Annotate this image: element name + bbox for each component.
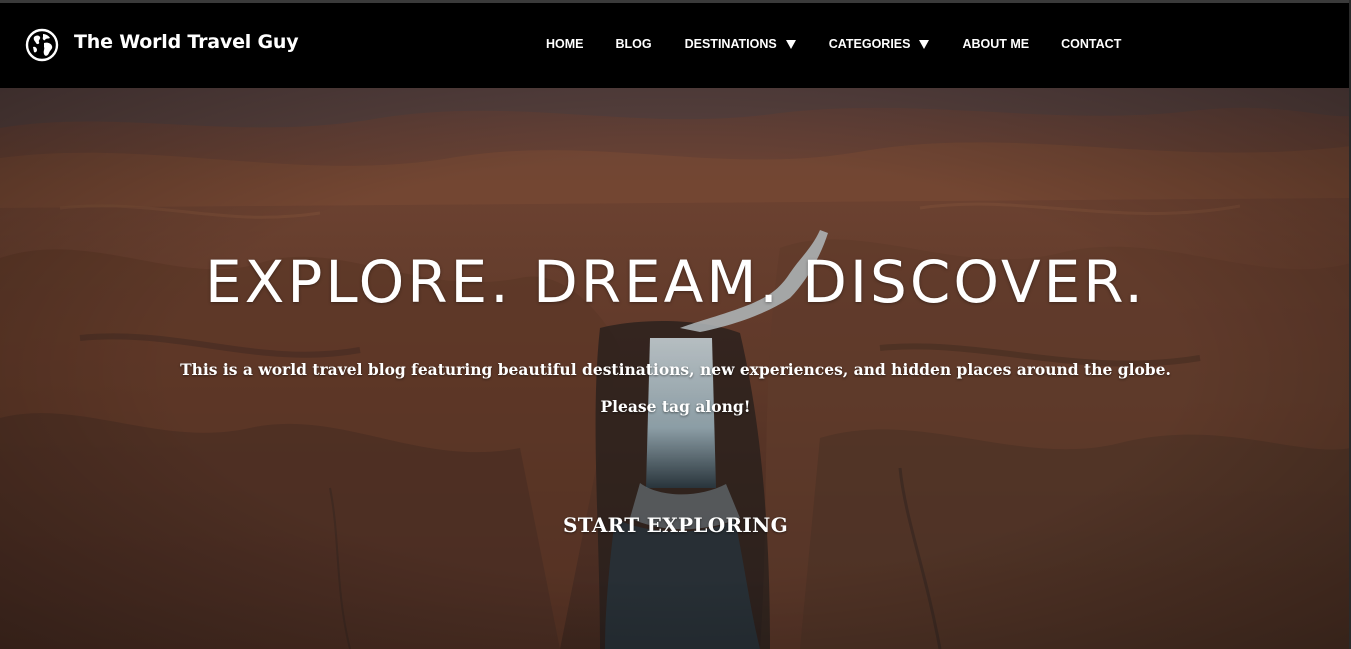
hero-description: This is a world travel blog featuring be…: [180, 360, 1171, 379]
page: The World Travel Guy HOME BLOG DESTINATI…: [0, 0, 1351, 649]
start-exploring-button-wrap: START EXPLORING: [0, 513, 1351, 537]
nav-item-label: CATEGORIES: [828, 37, 911, 51]
hero-title: EXPLORE. DREAM. DISCOVER.: [205, 248, 1146, 316]
main-nav: HOME BLOG DESTINATIONS CATEGORIES ABOUT …: [546, 37, 1121, 51]
navbar: The World Travel Guy HOME BLOG DESTINATI…: [0, 3, 1351, 88]
globe-icon: [25, 28, 59, 62]
caret-down-icon: [785, 39, 796, 49]
brand-name: The World Travel Guy: [74, 31, 299, 53]
nav-item-blog[interactable]: BLOG: [616, 37, 652, 51]
hero-tagline: Please tag along!: [600, 397, 751, 416]
nav-item-label: DESTINATIONS: [684, 37, 777, 51]
nav-item-label: ABOUT ME: [962, 37, 1030, 51]
nav-item-label: CONTACT: [1061, 37, 1122, 51]
caret-down-icon: [919, 39, 930, 49]
start-exploring-button[interactable]: START EXPLORING: [563, 513, 788, 537]
nav-item-destinations[interactable]: DESTINATIONS: [685, 37, 796, 51]
nav-item-about-me[interactable]: ABOUT ME: [962, 37, 1029, 51]
nav-item-label: BLOG: [615, 37, 652, 51]
nav-item-home[interactable]: HOME: [546, 37, 584, 51]
nav-item-categories[interactable]: CATEGORIES: [829, 37, 930, 51]
brand[interactable]: The World Travel Guy: [25, 27, 299, 63]
nav-item-label: HOME: [546, 37, 584, 51]
nav-item-contact[interactable]: CONTACT: [1061, 37, 1121, 51]
hero-section: EXPLORE. DREAM. DISCOVER. This is a worl…: [0, 88, 1351, 649]
